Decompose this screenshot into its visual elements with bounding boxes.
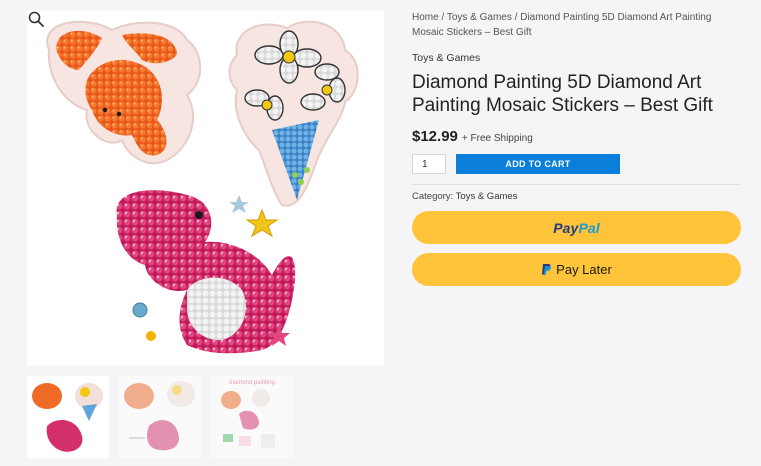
product-category-label[interactable]: Toys & Games — [412, 52, 742, 64]
product-title: Diamond Painting 5D Diamond Art Painting… — [412, 72, 713, 116]
add-to-cart-button[interactable]: ADD TO CART — [456, 154, 620, 174]
star-silver — [229, 195, 249, 213]
divider — [412, 184, 740, 185]
breadcrumb: Home / Toys & Games / Diamond Painting 5… — [412, 10, 742, 40]
thumbnail-gallery: diamond painting — [27, 376, 293, 458]
category-meta-label: Category: — [412, 191, 454, 202]
gem-blue — [132, 302, 148, 318]
pay-later-label: Pay Later — [556, 262, 612, 277]
lobster-sticker — [46, 20, 202, 165]
thumbnail-caption: diamond painting — [229, 380, 275, 386]
paypal-p-icon — [542, 264, 552, 275]
thumbnail-1[interactable] — [27, 376, 109, 458]
product-main-image[interactable] — [27, 10, 384, 366]
paypal-button[interactable]: PayPal — [412, 211, 741, 244]
thumbnail-2[interactable] — [119, 376, 201, 458]
dinosaur-sticker — [116, 190, 296, 354]
breadcrumb-separator: / — [438, 12, 447, 23]
stickers-illustration — [46, 20, 359, 354]
thumbnail-3[interactable]: diamond painting — [211, 376, 293, 458]
breadcrumb-separator: / — [511, 12, 521, 23]
gem-gold — [146, 331, 156, 341]
product-page: diamond painting Home / Toys & Games / D… — [0, 0, 761, 466]
price-row: $12.99 + Free Shipping — [412, 128, 742, 145]
product-price: $12.99 — [412, 128, 458, 145]
paypal-logo: PayPal — [553, 220, 600, 236]
bouquet-sticker — [228, 20, 359, 207]
star-gold — [245, 208, 279, 238]
breadcrumb-category[interactable]: Toys & Games — [447, 12, 512, 23]
add-to-cart-form: ADD TO CART — [412, 154, 742, 174]
paypal-logo-pay: Pay — [553, 219, 579, 236]
quantity-input[interactable] — [412, 154, 446, 174]
paypal-logo-pal: Pal — [578, 219, 600, 236]
paypal-pay-later-button[interactable]: Pay Later — [412, 253, 741, 286]
product-summary: Home / Toys & Games / Diamond Painting 5… — [412, 10, 742, 286]
shipping-note: + Free Shipping — [461, 133, 533, 144]
category-meta-link[interactable]: Toys & Games — [456, 191, 518, 202]
breadcrumb-home[interactable]: Home — [412, 12, 439, 23]
product-meta: Category: Toys & Games — [412, 191, 742, 202]
magnifier-icon[interactable] — [27, 10, 45, 28]
